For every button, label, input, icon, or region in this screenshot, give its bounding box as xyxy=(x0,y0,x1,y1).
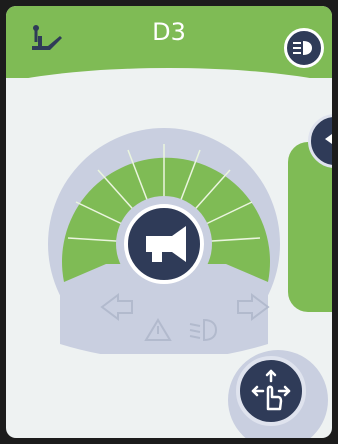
drive-mode-button[interactable] xyxy=(236,356,306,426)
headlight-button[interactable] xyxy=(284,28,324,68)
drive-hand-icon xyxy=(251,369,291,411)
screen: D3 xyxy=(6,6,332,438)
headlight-icon xyxy=(293,41,312,55)
arrow-left-icon xyxy=(325,129,332,149)
speed-dial xyxy=(48,128,280,354)
header-curve xyxy=(6,68,332,104)
seat-adjust-icon[interactable] xyxy=(28,24,64,58)
